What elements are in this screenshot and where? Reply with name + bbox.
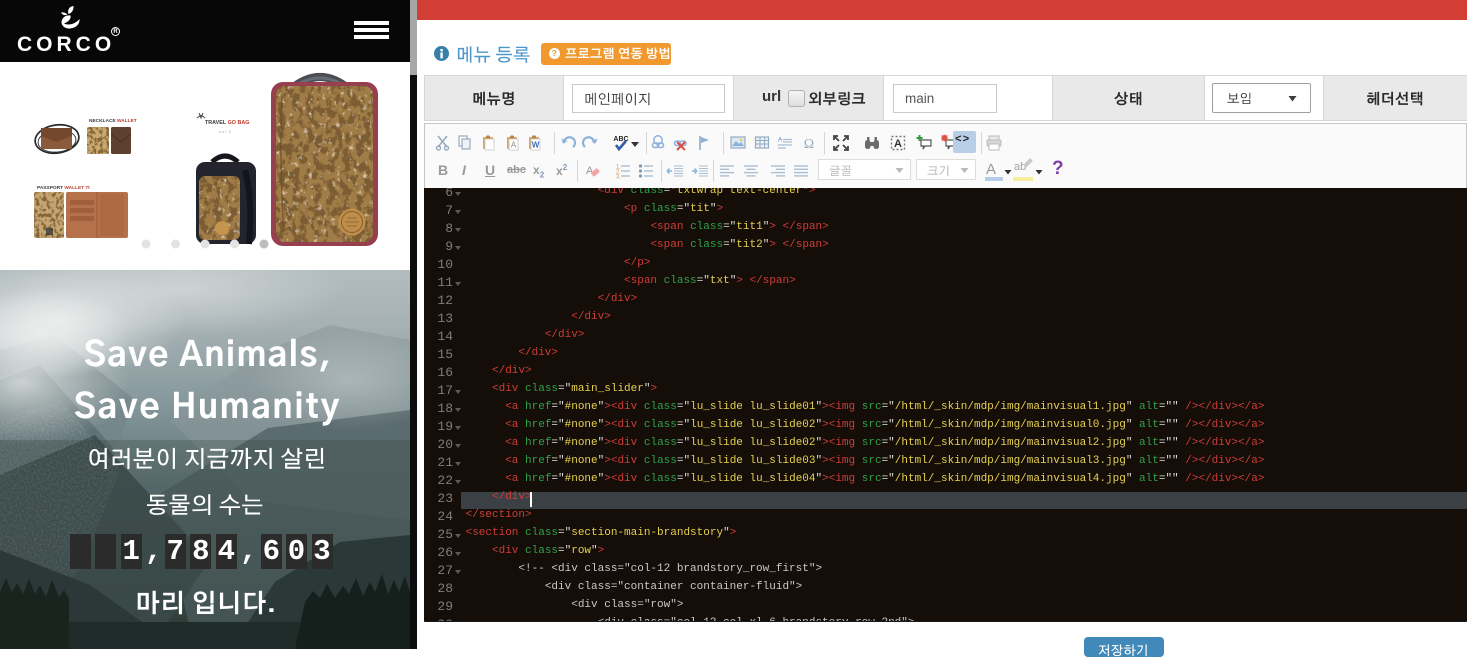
svg-text:3.: 3.: [616, 175, 621, 181]
svg-text:PASSPORT WALLET 7t: PASSPORT WALLET 7t: [37, 185, 90, 191]
svg-text:v o l . 3: v o l . 3: [219, 130, 231, 134]
svg-text:A: A: [510, 140, 516, 149]
svg-text:A: A: [778, 136, 783, 143]
svg-text:Ω: Ω: [803, 137, 813, 152]
svg-text:A: A: [894, 138, 902, 150]
svg-text:W: W: [532, 140, 540, 149]
svg-text:TRAVEL GO BAG: TRAVEL GO BAG: [205, 120, 249, 126]
svg-text:NECKLACE WALLET: NECKLACE WALLET: [89, 118, 137, 124]
